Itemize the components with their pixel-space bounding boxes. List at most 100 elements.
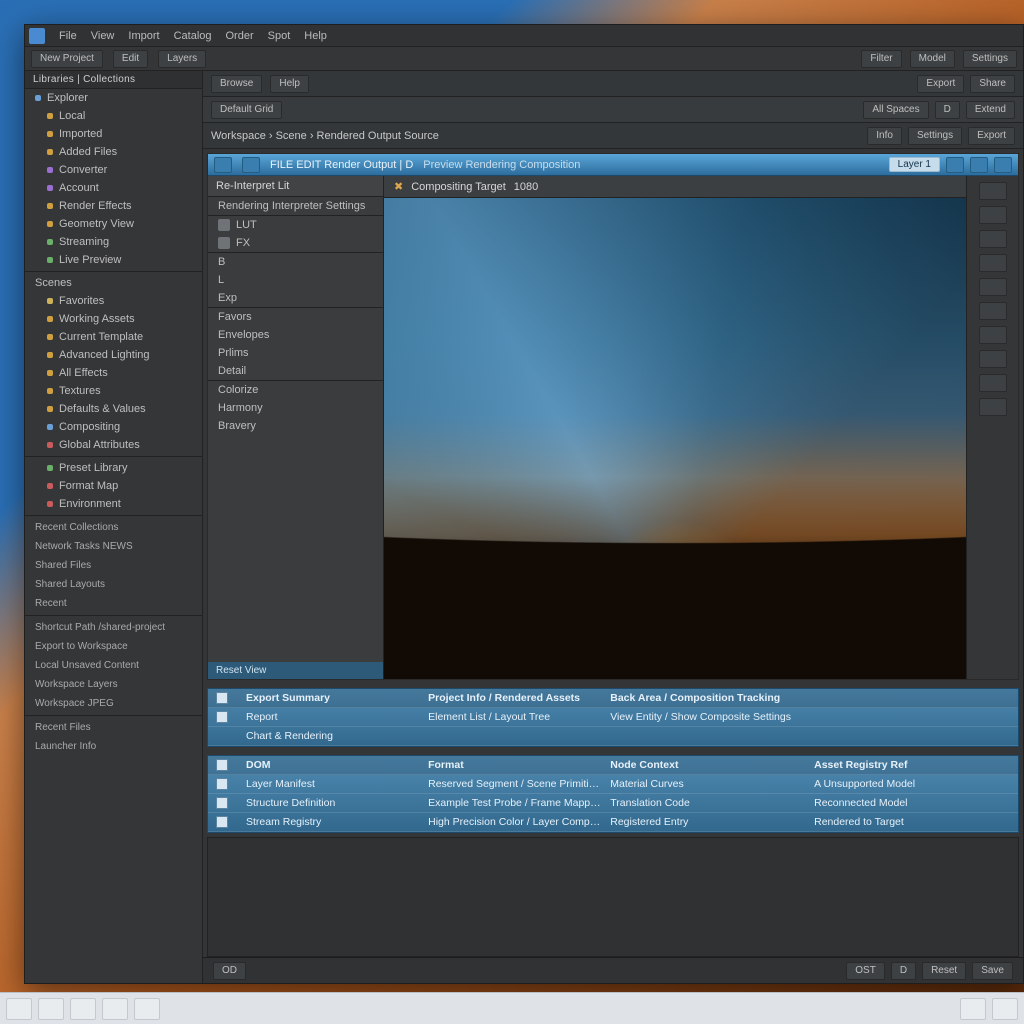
inspector-row[interactable]: Prlims xyxy=(208,344,383,362)
sidebar-item[interactable]: Imported xyxy=(25,125,202,143)
sidebar-item[interactable]: Added Files xyxy=(25,143,202,161)
table-row[interactable]: Layer Manifest Reserved Segment / Scene … xyxy=(208,775,1018,794)
menu-item[interactable]: View xyxy=(91,30,115,42)
sidebar-item[interactable]: Advanced Lighting xyxy=(25,346,202,364)
zoom-icon[interactable] xyxy=(979,374,1007,392)
menu-item[interactable]: Order xyxy=(226,30,254,42)
toolbar-button[interactable]: Edit xyxy=(113,50,148,68)
summary-row[interactable]: Report Element List / Layout Tree View E… xyxy=(208,708,1018,727)
sidebar-footer-row[interactable]: Shortcut Path /shared-project xyxy=(25,618,202,637)
inspector-footer[interactable]: Reset View xyxy=(208,662,383,679)
sidebar-item[interactable]: Favorites xyxy=(25,292,202,310)
inspector-row[interactable]: LUT xyxy=(208,216,383,234)
sidebar-item[interactable]: Defaults & Values xyxy=(25,400,202,418)
sidebar-footer-row[interactable]: Export to Workspace xyxy=(25,637,202,656)
inspector-row[interactable]: FX xyxy=(208,234,383,252)
tray-icon[interactable] xyxy=(992,998,1018,1020)
sidebar-item[interactable]: Geometry View xyxy=(25,215,202,233)
menu-item[interactable]: Import xyxy=(128,30,159,42)
checkbox-icon[interactable] xyxy=(216,778,228,790)
inspector-row[interactable]: Colorize xyxy=(208,381,383,399)
menu-item[interactable]: File xyxy=(59,30,77,42)
sidebar-footer-row[interactable]: Shared Files xyxy=(25,556,202,575)
taskbar-app-icon[interactable] xyxy=(134,998,160,1020)
checkbox-icon[interactable] xyxy=(216,711,228,723)
sidebar-item[interactable]: Local xyxy=(25,107,202,125)
toolbar-button[interactable]: New Project xyxy=(31,50,103,68)
table-row[interactable]: Stream Registry High Precision Color / L… xyxy=(208,813,1018,832)
toolbar-button[interactable]: Model xyxy=(910,50,955,68)
crop-icon[interactable] xyxy=(979,350,1007,368)
inspector-row[interactable]: Envelopes xyxy=(208,326,383,344)
sidebar-footer-row[interactable]: Recent xyxy=(25,594,202,613)
toolbar-button[interactable]: Layers xyxy=(158,50,206,68)
menu-item[interactable]: Help xyxy=(304,30,327,42)
toolbar-button[interactable]: Settings xyxy=(908,127,962,145)
gear-icon[interactable] xyxy=(979,302,1007,320)
toolbar-button[interactable]: Info xyxy=(867,127,902,145)
taskbar-app-icon[interactable] xyxy=(38,998,64,1020)
inspector-row[interactable]: Detail xyxy=(208,362,383,380)
toggle[interactable]: D xyxy=(935,101,960,119)
taskbar-app-icon[interactable] xyxy=(102,998,128,1020)
titlebar-button[interactable] xyxy=(242,157,260,173)
taskbar-app-icon[interactable] xyxy=(70,998,96,1020)
toolbar-button[interactable]: Export xyxy=(968,127,1015,145)
status-chip[interactable]: OST xyxy=(846,962,885,980)
sidebar-item[interactable]: Compositing xyxy=(25,418,202,436)
titlebar-button[interactable] xyxy=(946,157,964,173)
grid-icon[interactable] xyxy=(979,182,1007,200)
table-row[interactable]: Structure Definition Example Test Probe … xyxy=(208,794,1018,813)
layer-indicator[interactable]: Layer 1 xyxy=(889,157,940,172)
sidebar-footer-row[interactable]: Shared Layouts xyxy=(25,575,202,594)
sidebar-item[interactable]: All Effects xyxy=(25,364,202,382)
dropdown[interactable]: All Spaces xyxy=(863,101,928,119)
color-icon[interactable] xyxy=(979,326,1007,344)
sidebar-item[interactable]: Live Preview xyxy=(25,251,202,269)
tray-icon[interactable] xyxy=(960,998,986,1020)
checkbox-icon[interactable] xyxy=(216,797,228,809)
status-chip[interactable]: OD xyxy=(213,962,246,980)
sidebar-item[interactable]: Preset Library xyxy=(25,459,202,477)
toolbar-button[interactable]: Filter xyxy=(861,50,901,68)
sidebar-footer-row[interactable]: Network Tasks NEWS xyxy=(25,537,202,556)
inspector-row[interactable]: Harmony xyxy=(208,399,383,417)
inspector-row[interactable]: L xyxy=(208,271,383,289)
checkbox-icon[interactable] xyxy=(216,759,228,771)
sidebar-section[interactable]: Explorer xyxy=(25,89,202,107)
close-icon[interactable] xyxy=(994,157,1012,173)
status-chip[interactable]: D xyxy=(891,962,916,980)
toolbar-button[interactable]: Share xyxy=(970,75,1015,93)
sidebar-footer-row[interactable]: Workspace JPEG xyxy=(25,694,202,713)
sidebar-section[interactable]: Scenes xyxy=(25,274,202,292)
sidebar-footer-row[interactable]: Recent Collections xyxy=(25,518,202,537)
sidebar-item[interactable]: Environment xyxy=(25,495,202,513)
inspector-row[interactable]: B xyxy=(208,253,383,271)
sidebar-item[interactable]: Working Assets xyxy=(25,310,202,328)
reset-button[interactable]: Reset xyxy=(922,962,966,980)
info-icon[interactable] xyxy=(979,278,1007,296)
render-canvas[interactable] xyxy=(384,198,966,679)
empty-timeline[interactable] xyxy=(207,837,1019,957)
histogram-icon[interactable] xyxy=(979,254,1007,272)
list-icon[interactable] xyxy=(979,206,1007,224)
summary-row[interactable]: Chart & Rendering xyxy=(208,727,1018,746)
sidebar-item[interactable]: Converter xyxy=(25,161,202,179)
breadcrumb[interactable]: Workspace › Scene › Rendered Output Sour… xyxy=(211,130,439,142)
toolbar-button[interactable]: Export xyxy=(917,75,964,93)
sidebar-item[interactable]: Global Attributes xyxy=(25,436,202,454)
inspector-row[interactable]: Bravery xyxy=(208,417,383,435)
sidebar-footer-row[interactable]: Local Unsaved Content xyxy=(25,656,202,675)
inspector-row[interactable]: Favors xyxy=(208,308,383,326)
tab[interactable]: Help xyxy=(270,75,309,93)
sidebar-item[interactable]: Render Effects xyxy=(25,197,202,215)
sidebar-item[interactable]: Format Map xyxy=(25,477,202,495)
layers-icon[interactable] xyxy=(979,230,1007,248)
checkbox-icon[interactable] xyxy=(216,816,228,828)
toolbar-button[interactable]: Extend xyxy=(966,101,1015,119)
checkbox-icon[interactable] xyxy=(216,692,228,704)
start-button[interactable] xyxy=(6,998,32,1020)
sidebar-item[interactable]: Current Template xyxy=(25,328,202,346)
dropdown[interactable]: Default Grid xyxy=(211,101,282,119)
save-button[interactable]: Save xyxy=(972,962,1013,980)
